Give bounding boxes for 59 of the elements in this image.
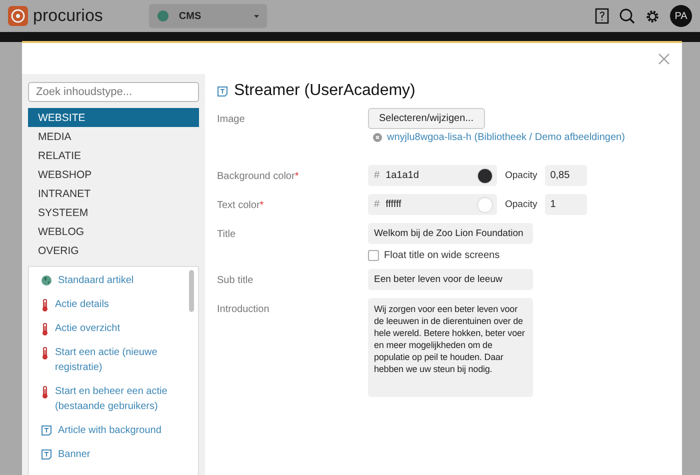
content-type-link[interactable]: Banner xyxy=(58,447,90,462)
opacity-field[interactable]: 1 xyxy=(545,194,588,215)
checkbox-label: Float title on wide screens xyxy=(384,250,500,261)
content-type-link[interactable]: Start en beheer een actie (bestaande gebruikers) xyxy=(55,384,172,414)
image-link[interactable]: wnyjlu8wgoa-lisa-h (Bibliotheek / Demo afbeeldingen) xyxy=(387,132,625,143)
opacity-label: Opacity xyxy=(505,170,538,181)
color-swatch[interactable] xyxy=(477,168,493,184)
field-label: Title xyxy=(217,228,237,240)
globe-icon xyxy=(156,10,169,22)
field-label: Background color* xyxy=(217,170,300,182)
opacity-label: Opacity xyxy=(505,199,538,210)
color-swatch[interactable] xyxy=(477,196,493,212)
content-type-link[interactable]: Article with background xyxy=(58,423,162,438)
field-label: Text color* xyxy=(217,199,265,211)
content-type-link[interactable]: Standaard artikel xyxy=(58,273,134,288)
help-icon[interactable] xyxy=(595,8,609,24)
category-item[interactable]: WEBSITE xyxy=(28,108,199,127)
content-type-link[interactable]: Start een actie (nieuwe registratie) xyxy=(55,345,172,375)
globe-icon xyxy=(41,275,52,286)
required-mark: * xyxy=(294,171,299,182)
dialog-title: Streamer (UserAcademy) xyxy=(234,82,416,100)
logo-text: procurios xyxy=(33,6,103,26)
thermometer-icon xyxy=(41,323,49,336)
category-item[interactable]: WEBSHOP xyxy=(28,165,199,184)
remove-icon[interactable] xyxy=(373,133,382,142)
thermometer-icon xyxy=(41,347,49,360)
thermometer-icon xyxy=(41,299,49,312)
text-field[interactable]: Een beter leven voor de leeuw xyxy=(368,269,533,290)
select-image-button[interactable]: Selecteren/wijzigen... xyxy=(368,108,484,129)
text-block-icon xyxy=(217,86,228,96)
site-dropdown[interactable]: CMS xyxy=(148,4,267,28)
checkbox[interactable] xyxy=(368,250,379,261)
category-item[interactable]: RELATIE xyxy=(28,146,199,165)
logo-icon xyxy=(8,6,28,26)
content-type-link[interactable]: Actie overzicht xyxy=(55,321,120,336)
opacity-field[interactable]: 0,85 xyxy=(545,165,588,186)
search-field[interactable]: Zoek inhoudstype... xyxy=(28,82,199,102)
text-field[interactable]: Welkom bij de Zoo Lion Foundation xyxy=(368,223,533,244)
field-label: Sub title xyxy=(217,274,254,286)
field-label: Introduction xyxy=(217,303,270,315)
settings-icon[interactable] xyxy=(645,8,660,24)
required-mark: * xyxy=(260,200,264,211)
user-avatar[interactable]: PA xyxy=(670,5,692,27)
field-label: Image xyxy=(217,113,246,125)
content-type-link[interactable]: Actie details xyxy=(55,297,109,312)
textarea-field[interactable]: Wij zorgen voor een beter leven voor de leeuwen in de dierentuinen over de hele wereld. Betere hokken, beter voer en meer mogelijkheden om de populatie op peil te houden. Daar hebben we uw steun bij nodig. xyxy=(368,298,533,397)
category-item[interactable]: WEBLOG xyxy=(28,222,199,241)
color-field[interactable]: # ffffff xyxy=(368,194,497,215)
category-item[interactable]: MEDIA xyxy=(28,127,199,146)
caret-icon xyxy=(254,14,259,18)
thermometer-icon xyxy=(41,386,49,399)
category-item[interactable]: OVERIG xyxy=(28,241,199,260)
scrollbar-thumb[interactable] xyxy=(189,270,194,312)
color-field[interactable]: # 1a1a1d xyxy=(368,165,497,186)
category-item[interactable]: SYSTEEM xyxy=(28,203,199,222)
search-icon[interactable] xyxy=(619,8,635,24)
text-block-icon xyxy=(41,425,52,436)
text-block-icon xyxy=(41,449,52,460)
category-item[interactable]: INTRANET xyxy=(28,184,199,203)
